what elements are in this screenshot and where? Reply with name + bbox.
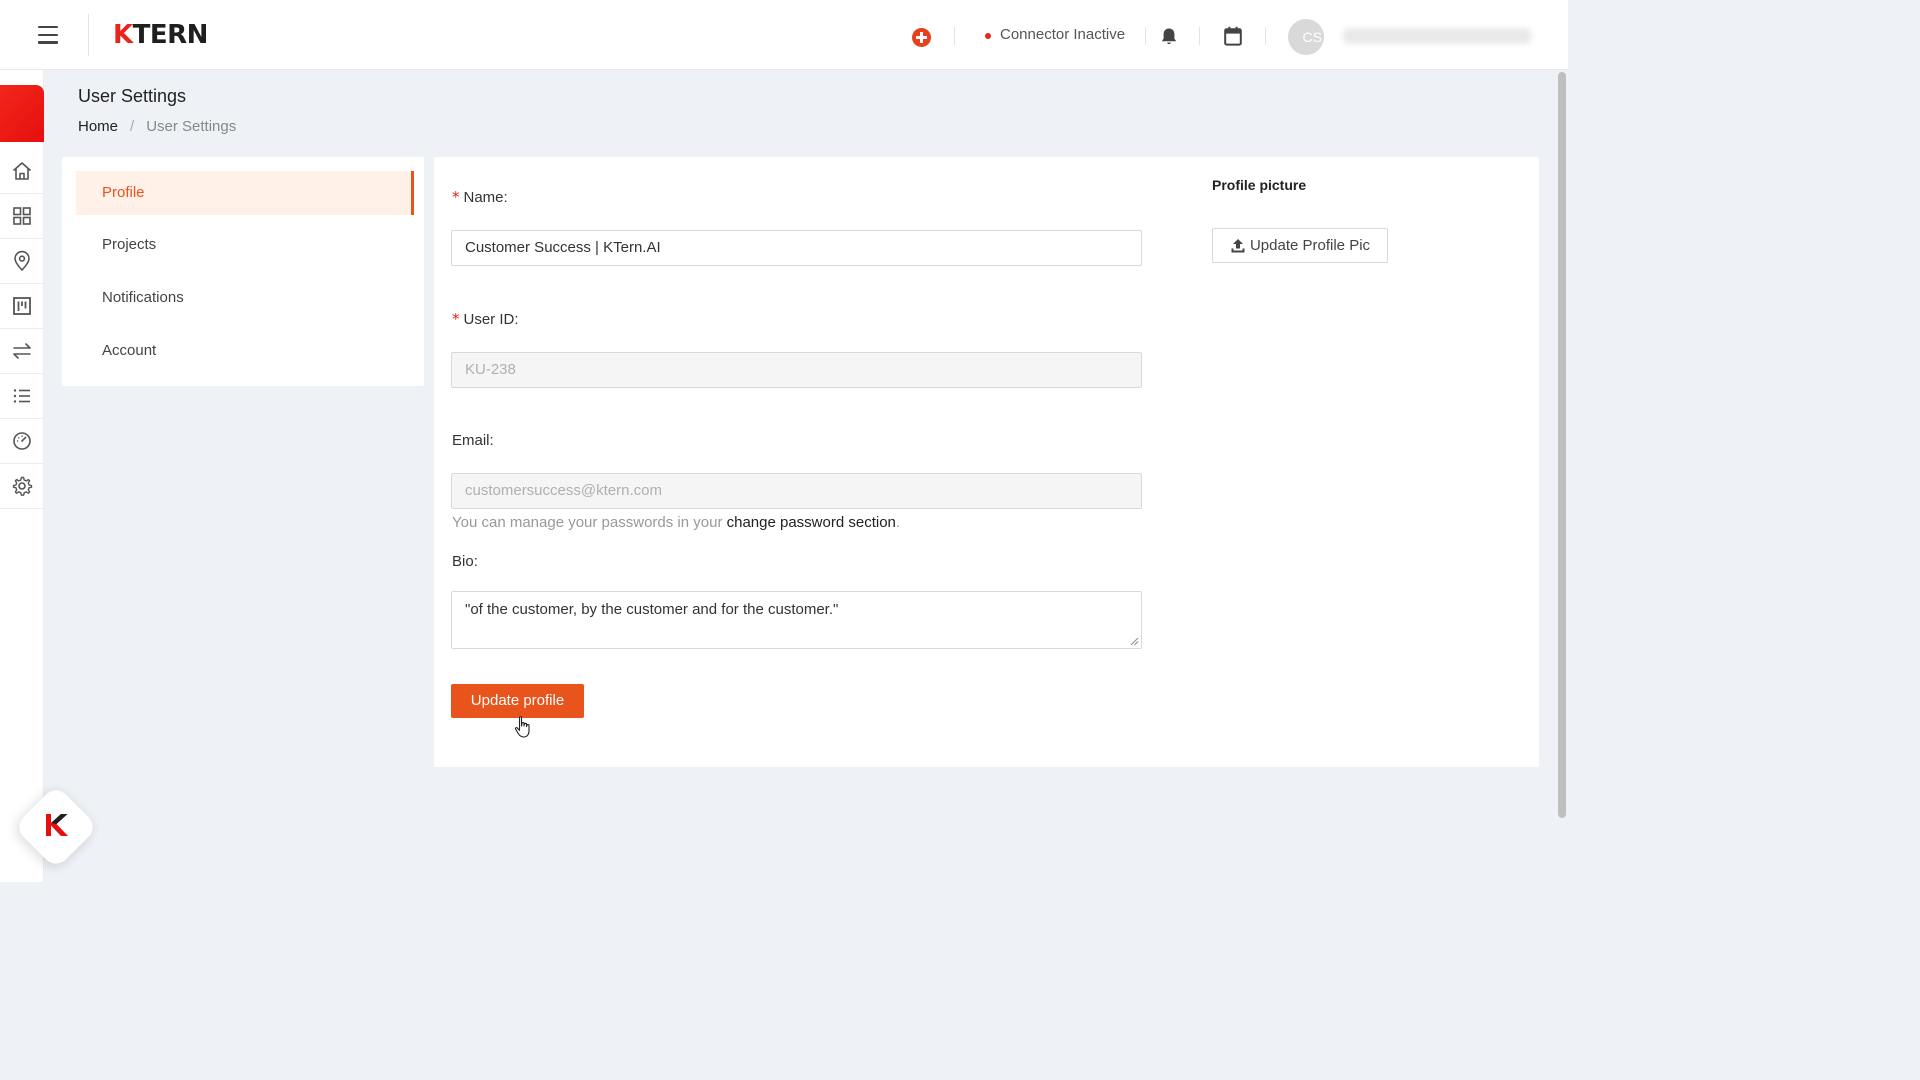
bio-textarea[interactable]: "of the customer, by the customer and fo… — [451, 591, 1142, 649]
bio-text: "of the customer, by the customer and fo… — [465, 601, 839, 618]
header-divider — [1145, 27, 1146, 45]
header-divider — [954, 27, 955, 45]
location-pin-icon — [14, 250, 30, 272]
home-icon — [12, 162, 32, 180]
bell-icon[interactable] — [1160, 27, 1178, 46]
nav-dashboard[interactable] — [0, 419, 44, 464]
board-icon — [13, 297, 31, 315]
resize-grip-icon[interactable] — [1130, 637, 1139, 646]
profile-form: * Name: Customer Success | KTern.AI * User… — [434, 157, 1539, 767]
menu-item-notifications[interactable]: Notifications — [76, 276, 414, 320]
upload-icon — [1231, 238, 1245, 252]
user-id-input: KU-238 — [451, 352, 1142, 388]
nav-transfer[interactable] — [0, 329, 44, 374]
rail-accent-tab[interactable] — [0, 85, 44, 142]
nav-workspaces[interactable] — [0, 194, 44, 239]
update-profile-pic-label: Update Profile Pic — [1249, 237, 1371, 254]
name-label: * Name: — [452, 188, 508, 206]
header-divider — [88, 14, 89, 56]
menu-icon[interactable] — [38, 26, 58, 44]
scrollbar-thumb[interactable] — [1558, 72, 1566, 818]
nav-board[interactable] — [0, 284, 44, 329]
change-password-link[interactable]: change password section — [727, 514, 896, 531]
plus-circle-icon[interactable] — [912, 28, 931, 47]
dashboard-gauge-icon — [13, 432, 31, 450]
name-input[interactable]: Customer Success | KTern.AI — [451, 230, 1142, 266]
hand-cursor-icon — [514, 716, 530, 738]
nav-list[interactable] — [0, 374, 44, 419]
header-divider — [1265, 27, 1266, 45]
menu-item-profile[interactable]: Profile — [76, 171, 414, 215]
username-redacted[interactable] — [1342, 28, 1532, 44]
ktern-logo[interactable]: K TERN — [113, 20, 208, 50]
email-label: Email: — [452, 432, 494, 449]
grid-icon — [13, 207, 31, 225]
breadcrumb-separator: / — [130, 118, 135, 135]
calendar-icon[interactable] — [1224, 26, 1242, 46]
required-marker: * — [452, 310, 460, 328]
breadcrumb: Home / User Settings — [78, 118, 236, 135]
left-nav-rail — [0, 70, 44, 882]
ktern-k-icon[interactable] — [44, 811, 70, 839]
password-hint: You can manage your passwords in your ch… — [452, 514, 901, 531]
top-header: K TERN Connector Inactive CS — [0, 0, 1568, 70]
nav-roadmap[interactable] — [0, 239, 44, 284]
nav-home[interactable] — [0, 149, 44, 194]
header-divider — [1199, 27, 1200, 45]
breadcrumb-home[interactable]: Home — [78, 118, 118, 135]
menu-item-projects[interactable]: Projects — [76, 223, 414, 267]
update-profile-button[interactable]: Update profile — [451, 684, 584, 718]
bio-label: Bio: — [452, 553, 478, 570]
breadcrumb-current: User Settings — [146, 118, 237, 135]
update-profile-pic-button[interactable]: Update Profile Pic — [1212, 228, 1388, 263]
transfer-icon — [13, 343, 31, 359]
email-input: customersuccess@ktern.com — [451, 473, 1142, 509]
required-marker: * — [452, 188, 460, 206]
menu-item-account[interactable]: Account — [76, 329, 414, 373]
connector-status[interactable]: Connector Inactive — [1000, 26, 1125, 43]
status-dot — [985, 33, 991, 39]
avatar[interactable]: CS — [1288, 19, 1324, 55]
settings-menu: Profile Projects Notifications Account — [62, 157, 424, 386]
gear-icon — [12, 476, 33, 496]
user-id-label: * User ID: — [452, 310, 519, 328]
nav-settings[interactable] — [0, 464, 44, 509]
profile-picture-label: Profile picture — [1212, 177, 1307, 193]
page-title: User Settings — [78, 86, 187, 106]
list-icon — [13, 389, 30, 403]
